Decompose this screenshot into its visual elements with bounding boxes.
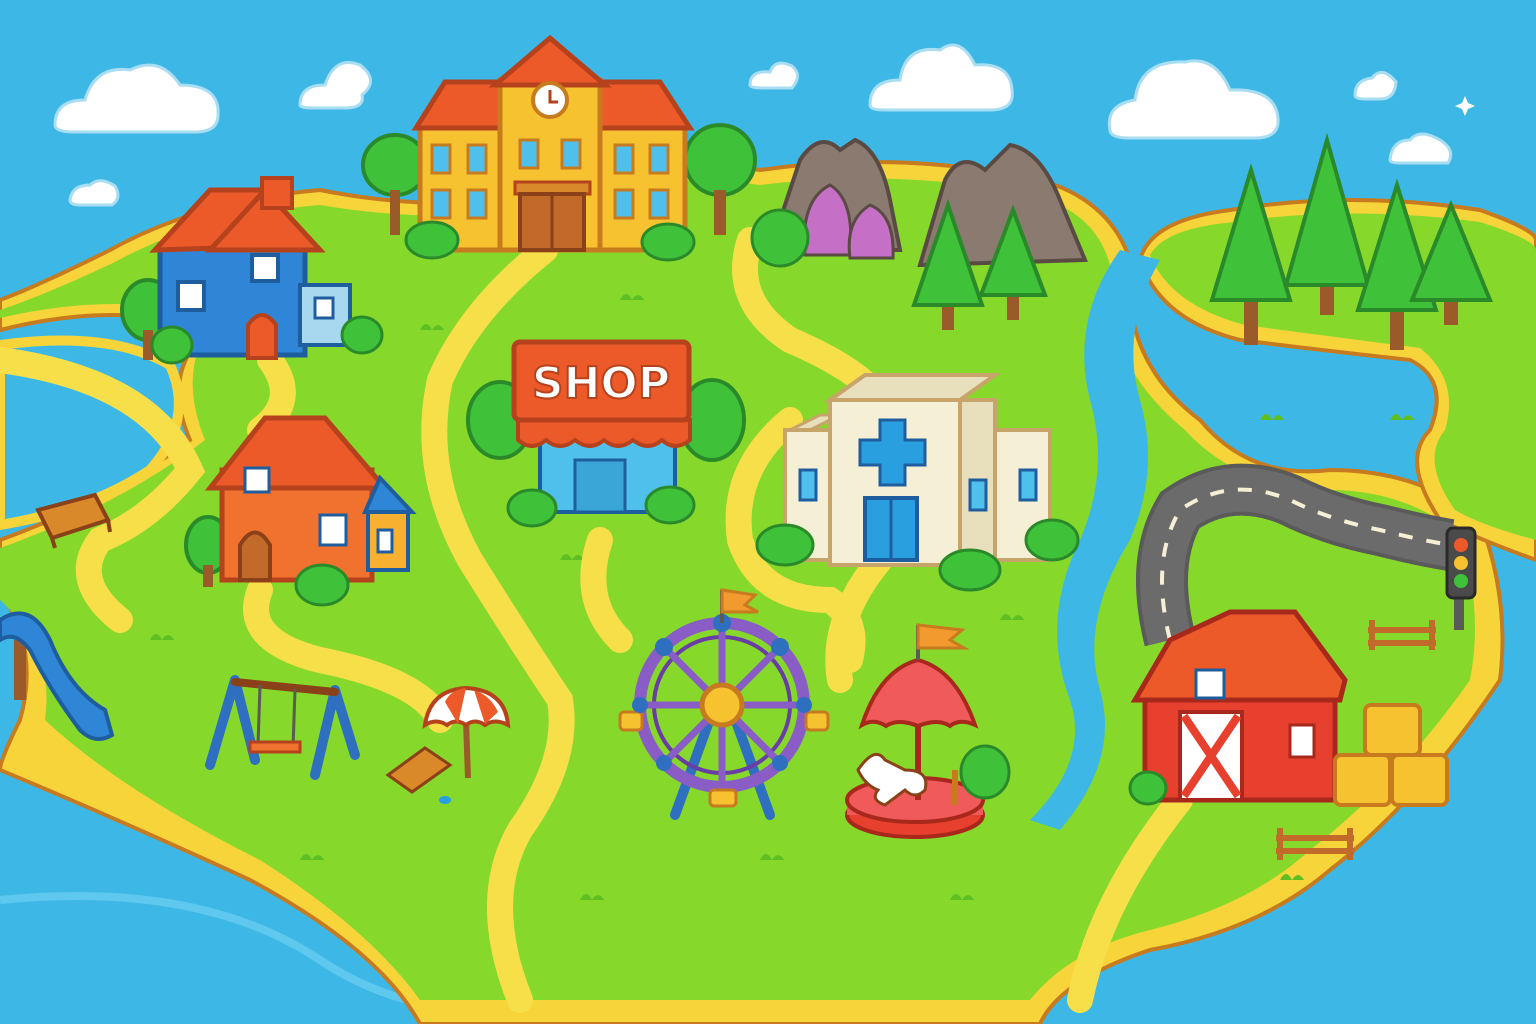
clock-icon — [531, 81, 569, 119]
game-map: SHOP — [0, 0, 1536, 1024]
shop-sign: SHOP — [532, 358, 670, 409]
